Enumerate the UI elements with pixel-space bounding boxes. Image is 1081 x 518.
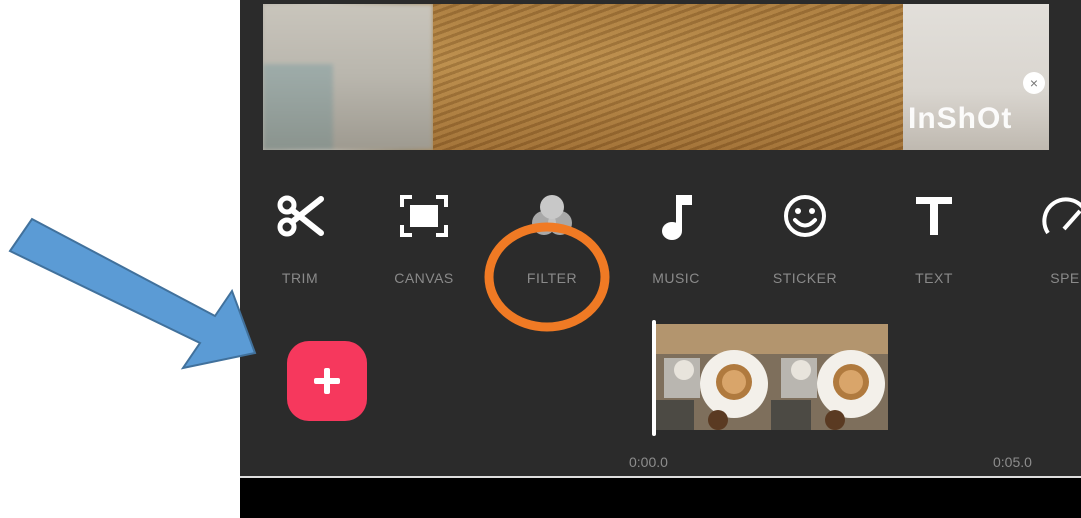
clip-thumbnail — [771, 324, 888, 430]
watermark-logo[interactable]: InShOt — [908, 102, 1012, 136]
clip-thumbnail — [654, 324, 771, 430]
video-editor-app: InShOt × TRIM CANVAS FILTER MUSIC STICKE… — [240, 0, 1081, 518]
watermark-close-icon[interactable]: × — [1023, 72, 1045, 94]
timeline-end-time: 0:05.0 — [993, 454, 1032, 470]
plus-icon — [314, 368, 340, 394]
timeline-clip[interactable] — [654, 324, 888, 430]
filter-icon — [492, 186, 612, 246]
tool-label: SPE — [1050, 270, 1080, 286]
tool-speed[interactable]: SPE — [1005, 180, 1081, 290]
preview-blur-left — [263, 4, 433, 150]
tool-label: TRIM — [281, 270, 319, 286]
tool-label: FILTER — [526, 270, 578, 286]
music-note-icon — [616, 186, 736, 246]
tool-music[interactable]: MUSIC — [616, 180, 736, 290]
video-preview[interactable]: InShOt × — [263, 4, 1049, 150]
tool-filter[interactable]: FILTER — [492, 180, 612, 290]
timeline-start-time: 0:00.0 — [629, 454, 668, 470]
system-nav-bar — [240, 478, 1081, 518]
tool-label: MUSIC — [652, 270, 700, 286]
timeline-playhead[interactable] — [652, 320, 656, 436]
tool-trim[interactable]: TRIM — [240, 180, 360, 290]
tool-canvas[interactable]: CANVAS — [364, 180, 484, 290]
smiley-icon — [745, 186, 865, 246]
preview-frame — [433, 4, 903, 150]
tool-label: STICKER — [772, 270, 838, 286]
tool-sticker[interactable]: STICKER — [745, 180, 865, 290]
tool-label: TEXT — [915, 270, 953, 286]
edit-toolbar: TRIM CANVAS FILTER MUSIC STICKER TEXT SP… — [240, 180, 1081, 290]
canvas-icon — [364, 186, 484, 246]
tool-text[interactable]: TEXT — [874, 180, 994, 290]
add-clip-button[interactable] — [287, 341, 367, 421]
speed-icon — [1005, 186, 1081, 246]
pointer-arrow-icon — [8, 217, 257, 370]
scissors-icon — [240, 186, 360, 246]
tool-label: CANVAS — [394, 270, 454, 286]
text-icon — [874, 186, 994, 246]
